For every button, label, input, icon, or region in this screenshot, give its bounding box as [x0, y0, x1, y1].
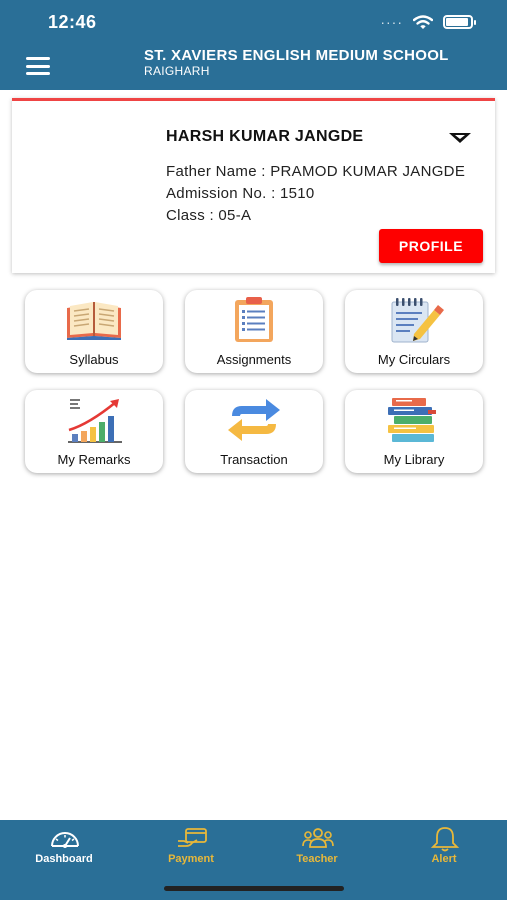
nav-label: Alert: [431, 853, 457, 865]
tile-label: My Remarks: [57, 452, 131, 467]
school-name: ST. XAVIERS ENGLISH MEDIUM SCHOOL: [144, 47, 449, 64]
admission-number: Admission No. : 1510: [166, 185, 315, 202]
status-time: 12:46: [48, 12, 97, 32]
bell-icon: [430, 827, 460, 852]
tile-label: Syllabus: [69, 352, 119, 367]
book-icon: [67, 302, 121, 340]
school-city: RAIGHARH: [144, 64, 210, 78]
exchange-arrows-icon: [228, 399, 280, 441]
profile-button[interactable]: PROFILE: [379, 229, 483, 263]
app-header: 12:46 ···· ST. XAVIERS ENGLISH MEDIUM SC…: [0, 0, 507, 90]
nav-label: Teacher: [296, 853, 338, 865]
father-name: Father Name : PRAMOD KUMAR JANGDE: [166, 163, 466, 180]
tile-my-remarks[interactable]: My Remarks: [25, 390, 163, 473]
wifi-icon: [413, 14, 433, 29]
home-indicator: [164, 886, 344, 891]
tile-label: Transaction: [220, 452, 288, 467]
books-stack-icon: [388, 398, 436, 442]
tile-label: My Circulars: [377, 352, 451, 367]
nav-payment[interactable]: Payment: [141, 820, 241, 880]
notepad-pencil-icon: [391, 298, 444, 343]
tile-my-library[interactable]: My Library: [345, 390, 483, 473]
speedometer-icon: [51, 832, 79, 848]
payment-hand-icon: [178, 828, 207, 847]
battery-icon: [443, 15, 476, 29]
nav-teacher[interactable]: Teacher: [267, 820, 367, 880]
growth-chart-icon: [68, 399, 122, 443]
nav-label: Payment: [168, 853, 214, 865]
group-icon: [302, 828, 334, 848]
student-name: HARSH KUMAR JANGDE: [166, 128, 364, 145]
tile-label: My Library: [383, 452, 445, 467]
tile-transaction[interactable]: Transaction: [185, 390, 323, 473]
class-section: Class : 05-A: [166, 207, 252, 224]
status-icons: ····: [380, 14, 476, 30]
tile-assignments[interactable]: Assignments: [185, 290, 323, 373]
nav-label: Dashboard: [35, 853, 93, 865]
tile-my-circulars[interactable]: My Circulars: [345, 290, 483, 373]
tile-label: Assignments: [216, 352, 292, 367]
student-card: HARSH KUMAR JANGDE Father Name : PRAMOD …: [12, 98, 495, 273]
menu-button[interactable]: [26, 57, 50, 75]
nav-dashboard[interactable]: Dashboard: [14, 820, 114, 880]
tile-syllabus[interactable]: Syllabus: [25, 290, 163, 373]
clipboard-icon: [235, 297, 273, 342]
nav-alert[interactable]: Alert: [394, 820, 494, 880]
chevron-down-icon[interactable]: [449, 133, 471, 143]
signal-dots-icon: ····: [380, 14, 403, 30]
